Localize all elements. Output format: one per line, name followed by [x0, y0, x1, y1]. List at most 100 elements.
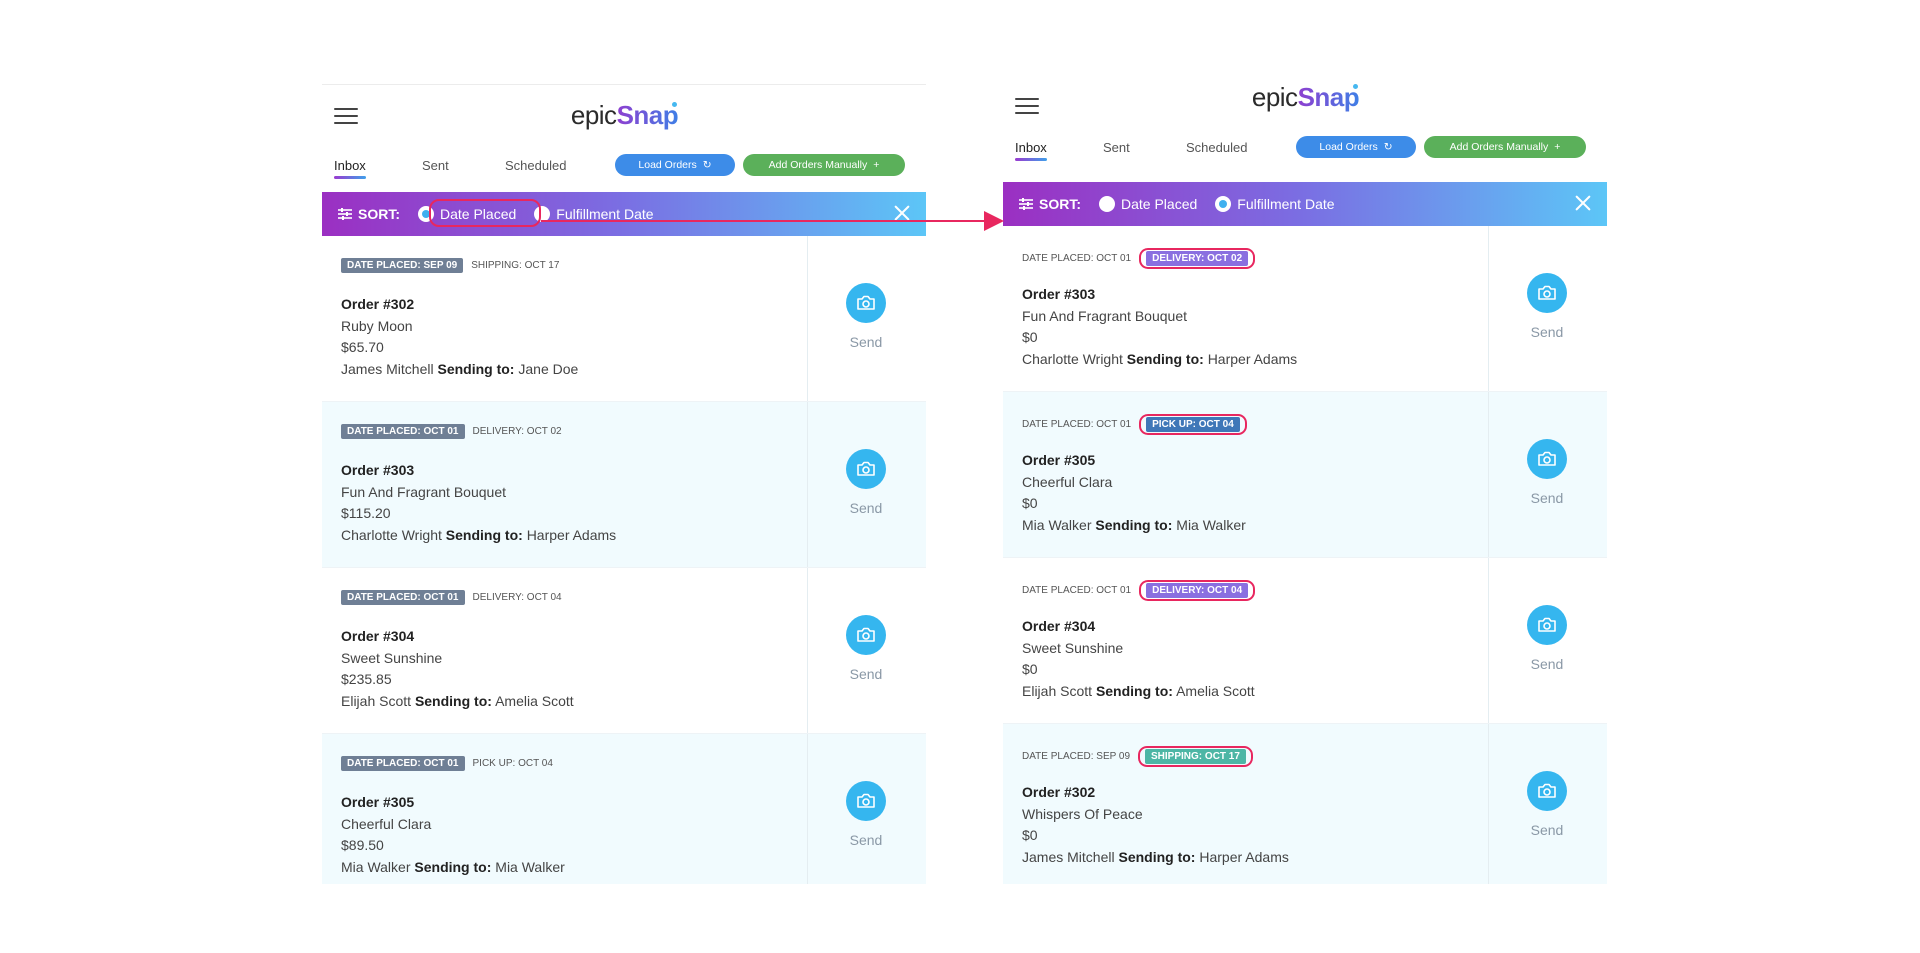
camera-icon[interactable]	[1527, 605, 1567, 645]
date-placed-badge: DATE PLACED: OCT 01	[341, 756, 465, 771]
close-icon[interactable]	[892, 203, 912, 223]
add-orders-button[interactable]: Add Orders Manually +	[1424, 136, 1586, 158]
refresh-icon: ↻	[1383, 141, 1393, 153]
app-panel-before: epicSnap Inbox Sent Scheduled Load Order…	[322, 84, 926, 884]
refresh-icon: ↻	[702, 159, 712, 171]
camera-icon[interactable]	[846, 615, 886, 655]
order-price: $0	[1022, 661, 1038, 677]
sending-line: Elijah Scott Sending to: Amelia Scott	[341, 693, 574, 709]
app-panel-after: epicSnap Inbox Sent Scheduled Load Order…	[1003, 74, 1607, 884]
order-number: Order #303	[1022, 286, 1096, 302]
date-placed-badge: DATE PLACED: OCT 01	[341, 590, 465, 605]
fulfillment-badge: SHIPPING: OCT 17	[1145, 749, 1246, 764]
product-name: Sweet Sunshine	[341, 650, 443, 666]
camera-icon[interactable]	[1527, 771, 1567, 811]
camera-icon[interactable]	[846, 781, 886, 821]
header: epicSnap	[1003, 74, 1607, 138]
order-number: Order #305	[341, 794, 415, 810]
order-number: Order #302	[1022, 784, 1096, 800]
product-name: Fun And Fragrant Bouquet	[1022, 308, 1187, 324]
date-placed-text: DATE PLACED: SEP 09	[1022, 751, 1131, 762]
order-row[interactable]: DATE PLACED: SEP 09 SHIPPING: OCT 17 Orde…	[1003, 724, 1607, 884]
tab-sent[interactable]: Sent	[422, 158, 449, 173]
order-number: Order #304	[341, 628, 415, 644]
fulfillment-highlight	[429, 199, 541, 227]
order-price: $65.70	[341, 339, 384, 355]
sending-line: James Mitchell Sending to: Harper Adams	[1022, 849, 1289, 865]
product-name: Fun And Fragrant Bouquet	[341, 484, 506, 500]
radio-unchecked-icon	[1099, 196, 1115, 212]
tab-inbox[interactable]: Inbox	[1015, 140, 1047, 161]
send-button[interactable]: Send	[826, 500, 906, 516]
header: epicSnap	[322, 84, 926, 148]
sliders-icon	[338, 208, 352, 220]
order-list: DATE PLACED: SEP 09 SHIPPING: OCT 17 Orde…	[322, 236, 926, 884]
product-name: Cheerful Clara	[341, 816, 432, 832]
send-button[interactable]: Send	[1507, 656, 1587, 672]
send-button[interactable]: Send	[1507, 822, 1587, 838]
close-icon[interactable]	[1573, 193, 1593, 213]
camera-icon[interactable]	[1527, 439, 1567, 479]
date-placed-text: DATE PLACED: OCT 01	[1022, 253, 1132, 264]
load-orders-button[interactable]: Load Orders ↻	[1296, 136, 1416, 158]
send-button[interactable]: Send	[826, 832, 906, 848]
sending-line: Charlotte Wright Sending to: Harper Adam…	[1022, 351, 1298, 367]
order-row[interactable]: DATE PLACED: OCT 01 DELIVERY: OCT 02 Orde…	[1003, 226, 1607, 392]
fulfillment-badge: DELIVERY: OCT 04	[1146, 583, 1249, 598]
send-button[interactable]: Send	[826, 334, 906, 350]
plus-icon: +	[873, 159, 880, 171]
fulfillment-text: SHIPPING: OCT 17	[471, 260, 560, 271]
send-button[interactable]: Send	[1507, 490, 1587, 506]
product-name: Whispers Of Peace	[1022, 806, 1143, 822]
order-number: Order #303	[341, 462, 415, 478]
date-placed-badge: DATE PLACED: SEP 09	[341, 258, 464, 273]
product-name: Sweet Sunshine	[1022, 640, 1124, 656]
date-placed-text: DATE PLACED: OCT 01	[1022, 585, 1132, 596]
sliders-icon	[1019, 198, 1033, 210]
sort-fulfillment-date-radio[interactable]: Fulfillment Date	[534, 206, 654, 222]
order-row[interactable]: DATE PLACED: OCT 01 PICK UP: OCT 04 Order…	[322, 734, 926, 884]
load-orders-button[interactable]: Load Orders ↻	[615, 154, 735, 176]
camera-icon[interactable]	[846, 283, 886, 323]
order-row[interactable]: DATE PLACED: SEP 09 SHIPPING: OCT 17 Orde…	[322, 236, 926, 402]
fulfillment-badge: PICK UP: OCT 04	[1146, 417, 1240, 432]
order-number: Order #304	[1022, 618, 1096, 634]
product-name: Ruby Moon	[341, 318, 413, 334]
order-price: $89.50	[341, 837, 384, 853]
add-orders-button[interactable]: Add Orders Manually +	[743, 154, 905, 176]
sending-line: Mia Walker Sending to: Mia Walker	[341, 859, 565, 875]
sort-date-placed-radio[interactable]: Date Placed	[1099, 196, 1197, 212]
order-row[interactable]: DATE PLACED: OCT 01 DELIVERY: OCT 04 Orde…	[322, 568, 926, 734]
fulfillment-badge: DELIVERY: OCT 02	[1146, 251, 1249, 266]
product-name: Cheerful Clara	[1022, 474, 1113, 490]
logo: epicSnap	[1251, 82, 1360, 112]
camera-icon[interactable]	[1527, 273, 1567, 313]
annotation-arrow	[541, 211, 1004, 231]
tab-bar: Inbox Sent Scheduled Load Orders ↻ Add Or…	[322, 150, 926, 186]
radio-checked-icon	[1215, 196, 1232, 212]
order-row[interactable]: DATE PLACED: OCT 01 DELIVERY: OCT 02 Orde…	[322, 402, 926, 568]
tab-inbox[interactable]: Inbox	[334, 158, 366, 179]
order-price: $235.85	[341, 671, 392, 687]
order-price: $0	[1022, 495, 1038, 511]
order-list: DATE PLACED: OCT 01 DELIVERY: OCT 02 Orde…	[1003, 226, 1607, 884]
send-button[interactable]: Send	[1507, 324, 1587, 340]
send-button[interactable]: Send	[826, 666, 906, 682]
tab-sent[interactable]: Sent	[1103, 140, 1130, 155]
order-row[interactable]: DATE PLACED: OCT 01 DELIVERY: OCT 04 Orde…	[1003, 558, 1607, 724]
order-number: Order #302	[341, 296, 415, 312]
camera-icon[interactable]	[846, 449, 886, 489]
order-price: $0	[1022, 329, 1038, 345]
sort-label: SORT:	[1019, 196, 1081, 212]
order-number: Order #305	[1022, 452, 1096, 468]
plus-icon: +	[1554, 141, 1561, 153]
sort-bar: SORT: Date Placed Fulfillment Date	[322, 192, 926, 236]
sort-fulfillment-date-radio[interactable]: Fulfillment Date	[1215, 196, 1335, 212]
tab-scheduled[interactable]: Scheduled	[505, 158, 566, 173]
tab-scheduled[interactable]: Scheduled	[1186, 140, 1247, 155]
order-row[interactable]: DATE PLACED: OCT 01 PICK UP: OCT 04 Order…	[1003, 392, 1607, 558]
tab-bar: Inbox Sent Scheduled Load Orders ↻ Add Or…	[1003, 132, 1607, 168]
logo: epicSnap	[570, 100, 679, 130]
fulfillment-text: DELIVERY: OCT 04	[472, 592, 562, 603]
order-price: $115.20	[341, 505, 391, 521]
